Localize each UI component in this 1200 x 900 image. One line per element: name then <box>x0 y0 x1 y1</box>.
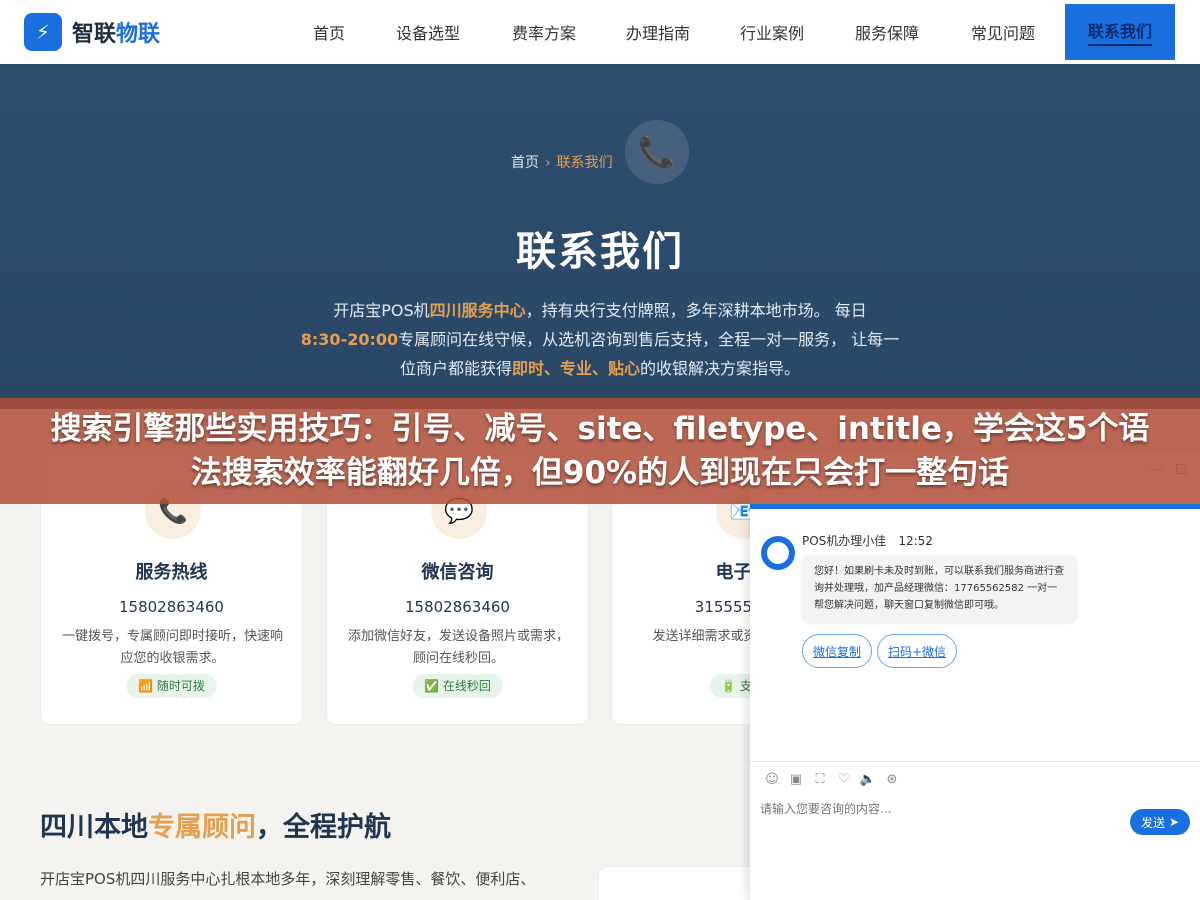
nav-cases[interactable]: 行业案例 <box>716 0 828 64</box>
rate-icon[interactable]: ♡ <box>832 770 856 788</box>
agent-avatar <box>761 536 795 570</box>
site-logo[interactable]: ⚡ 智联物联 <box>24 13 160 51</box>
chat-widget: — POS机办理小佳12:52 您好！如果刷卡未及时到账，可以联系我们服务商进行… <box>750 450 1200 900</box>
chat-accent-bar <box>750 504 1200 509</box>
nav-service[interactable]: 服务保障 <box>828 0 946 64</box>
headline-text: 搜索引擎那些实用技巧：引号、减号、site、filetype、intitle，学… <box>50 411 1150 491</box>
chat-message: 您好！如果刷卡未及时到账，可以联系我们服务商进行查询并处理哦，加产品经理微信：1… <box>802 555 1077 622</box>
phone-icon: 📞 <box>625 120 689 184</box>
section-title: 四川本地专属顾问，全程护航 <box>40 812 391 843</box>
sound-icon[interactable]: 🔈 <box>856 770 880 788</box>
card-title: 微信咨询 <box>421 562 494 583</box>
headline-banner: 搜索引擎那些实用技巧：引号、减号、site、filetype、intitle，学… <box>0 398 1200 504</box>
card-tag: ✅ 在线秒回 <box>412 674 503 698</box>
screenshot-icon[interactable]: ⛶ <box>808 770 832 788</box>
nav-faq[interactable]: 常见问题 <box>946 0 1060 64</box>
nav-rate-plans[interactable]: 费率方案 <box>488 0 600 64</box>
image-icon[interactable]: ▣ <box>784 770 808 788</box>
card-value[interactable]: 15802863460 <box>41 598 302 616</box>
card-description: 添加微信好友，发送设备照片或需求，顾问在线秒回。 <box>347 629 569 666</box>
nav-contact-us[interactable]: 联系我们 <box>1065 4 1175 60</box>
hero-description: 开店宝POS机四川服务中心，持有央行支付牌照，多年深耕本地市场。 每日 8:30… <box>300 301 900 378</box>
breadcrumb: 首页 › 联系我们 <box>511 155 613 171</box>
emoji-icon[interactable]: ☺ <box>760 770 784 788</box>
message-time: 12:52 <box>898 534 933 548</box>
top-navigation: ⚡ 智联物联 首页 设备选型 费率方案 办理指南 行业案例 服务保障 常见问题 … <box>0 0 1200 64</box>
chat-input[interactable] <box>760 802 1060 816</box>
card-title: 服务热线 <box>135 562 208 583</box>
card-tag: 📶 随时可拨 <box>126 674 217 698</box>
agent-name: POS机办理小佳 12:52 <box>802 534 933 548</box>
nav-menu: 首页 设备选型 费率方案 办理指南 行业案例 服务保障 常见问题 联系我们 <box>290 0 1175 64</box>
card-value[interactable]: 15802863460 <box>327 598 588 616</box>
divider <box>750 761 1200 762</box>
nav-guide[interactable]: 办理指南 <box>600 0 716 64</box>
breadcrumb-home[interactable]: 首页 <box>511 155 539 171</box>
scan-wechat-button[interactable]: 扫码+微信 <box>877 634 957 668</box>
breadcrumb-current: 联系我们 <box>556 155 613 171</box>
page-title: 联系我们 <box>516 229 684 275</box>
logo-bolt-icon: ⚡ <box>24 13 62 51</box>
send-button[interactable]: 发送 ➤ <box>1130 809 1190 835</box>
card-description: 一键拨号，专属顾问即时接听，快速响应您的收银需求。 <box>61 629 283 666</box>
settings-icon[interactable]: ⊛ <box>880 770 904 788</box>
copy-wechat-button[interactable]: 微信复制 <box>802 634 872 668</box>
chat-toolbar: ☺ ▣ ⛶ ♡ 🔈 ⊛ <box>760 770 904 788</box>
nav-device-selection[interactable]: 设备选型 <box>368 0 488 64</box>
section-text: 开店宝POS机四川服务中心扎根本地多年，深刻理解零售、餐饮、便利店、 <box>40 870 536 888</box>
hero-banner: 首页 › 联系我们 📞 联系我们 开店宝POS机四川服务中心，持有央行支付牌照，多年… <box>0 64 1200 409</box>
nav-home[interactable]: 首页 <box>290 0 368 64</box>
send-arrow-icon: ➤ <box>1168 815 1180 829</box>
logo-text: 智联物联 <box>72 22 161 47</box>
